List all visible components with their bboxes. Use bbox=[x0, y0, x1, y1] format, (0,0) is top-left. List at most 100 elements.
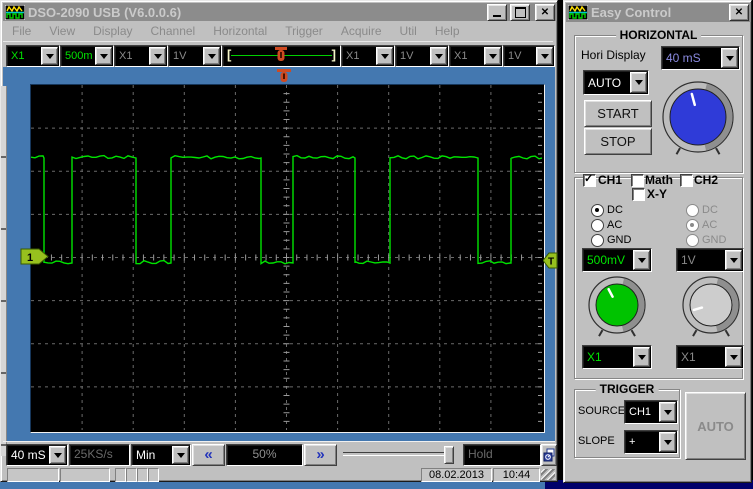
chevron-down-icon[interactable] bbox=[536, 47, 553, 65]
chevron-down-icon[interactable] bbox=[633, 347, 650, 367]
ch1-ac-radio[interactable] bbox=[591, 219, 604, 232]
ch2-checkbox-label: CH2 bbox=[694, 173, 718, 187]
ch2-probe-combo[interactable]: X1 bbox=[114, 45, 168, 67]
position-slider[interactable] bbox=[341, 444, 459, 464]
ch1-dc-radio[interactable] bbox=[591, 204, 604, 217]
chevron-down-icon[interactable] bbox=[721, 48, 738, 68]
ch1-dc-label: DC bbox=[607, 204, 623, 216]
timebase-combo[interactable]: 40 mS bbox=[6, 444, 68, 466]
math-checkbox[interactable] bbox=[631, 174, 644, 187]
extra-probe-combo-2[interactable]: X1 bbox=[449, 45, 503, 67]
ch2-volt-knob[interactable] bbox=[677, 272, 745, 344]
xy-checkbox[interactable] bbox=[632, 188, 645, 201]
main-window: DSO-2090 USB (V6.0.0.6) ✕ File View Disp… bbox=[0, 0, 558, 482]
minimize-button[interactable] bbox=[487, 4, 507, 21]
extra-voltdiv-combo-2[interactable]: 1V bbox=[503, 45, 555, 67]
menu-view[interactable]: View bbox=[40, 22, 84, 41]
channel1-marker-label: 1 bbox=[27, 252, 33, 264]
easy-control-titlebar[interactable]: Easy Control ✕ bbox=[566, 3, 751, 22]
resize-grip[interactable] bbox=[541, 469, 555, 480]
chevron-down-icon[interactable] bbox=[172, 446, 189, 464]
status-cell-small-3 bbox=[137, 468, 148, 482]
ec-timebase-combo[interactable]: 40 mS bbox=[661, 46, 740, 70]
ch1-probe-combo[interactable]: X1 bbox=[6, 45, 60, 67]
trigger-source-label: SOURCE bbox=[578, 405, 625, 417]
chevron-down-icon[interactable] bbox=[633, 250, 650, 270]
channel1-level-marker[interactable]: 1 bbox=[20, 248, 50, 265]
menu-horizontal[interactable]: Horizontal bbox=[204, 22, 276, 41]
ch2-checkbox[interactable] bbox=[680, 174, 693, 187]
start-button[interactable]: START bbox=[584, 100, 652, 127]
ch2-dc-radio[interactable] bbox=[686, 204, 699, 217]
extra-voltdiv-combo-1[interactable]: 1V bbox=[395, 45, 449, 67]
panel-toggle-button[interactable] bbox=[541, 444, 557, 466]
trigger-auto-button[interactable]: AUTO bbox=[685, 392, 746, 460]
double-chevron-left-icon: « bbox=[204, 447, 212, 463]
horizontal-knob[interactable] bbox=[657, 73, 739, 167]
menu-trigger[interactable]: Trigger bbox=[276, 22, 332, 41]
status-bar: 08.02.2013 10:44 bbox=[3, 466, 555, 480]
trigger-source-combo[interactable]: CH1 bbox=[624, 400, 678, 424]
chevron-down-icon[interactable] bbox=[430, 47, 447, 65]
main-window-title: DSO-2090 USB (V6.0.0.6) bbox=[28, 5, 484, 20]
scroll-right-button[interactable]: » bbox=[304, 444, 337, 466]
status-date: 08.02.2013 bbox=[421, 468, 492, 482]
trigger-slope-combo[interactable]: + bbox=[624, 430, 678, 454]
chevron-down-icon[interactable] bbox=[484, 47, 501, 65]
menu-help[interactable]: Help bbox=[426, 22, 469, 41]
chevron-down-icon[interactable] bbox=[376, 47, 393, 65]
chevron-down-icon[interactable] bbox=[203, 47, 220, 65]
menu-channel[interactable]: Channel bbox=[142, 22, 205, 41]
chevron-down-icon[interactable] bbox=[725, 250, 742, 270]
menu-file[interactable]: File bbox=[3, 22, 40, 41]
scope-display bbox=[31, 85, 542, 430]
menu-display[interactable]: Display bbox=[84, 22, 141, 41]
hpos-slider[interactable]: [ ] bbox=[222, 45, 341, 67]
chevron-down-icon[interactable] bbox=[41, 47, 58, 65]
ch1-probe-ec-combo[interactable]: X1 bbox=[582, 345, 652, 369]
xy-checkbox-label: X-Y bbox=[647, 187, 667, 201]
ch1-gnd-radio[interactable] bbox=[591, 234, 604, 247]
chevron-down-icon[interactable] bbox=[149, 47, 166, 65]
menu-util[interactable]: Util bbox=[391, 22, 426, 41]
scroll-left-button[interactable]: « bbox=[192, 444, 225, 466]
app-logo-icon bbox=[5, 5, 25, 20]
chevron-down-icon[interactable] bbox=[725, 347, 742, 367]
chevron-down-icon[interactable] bbox=[659, 402, 676, 422]
ch2-voltdiv-ec-combo[interactable]: 1V bbox=[676, 248, 744, 272]
close-icon[interactable]: ✕ bbox=[729, 4, 749, 21]
ch2-voltdiv-combo[interactable]: 1V bbox=[168, 45, 222, 67]
math-checkbox-label: Math bbox=[645, 173, 673, 187]
hori-display-mode-combo[interactable]: AUTO bbox=[583, 70, 649, 95]
trigger-level-marker[interactable]: T bbox=[543, 252, 558, 269]
trigger-slope-label: SLOPE bbox=[578, 435, 615, 447]
chevron-down-icon[interactable] bbox=[659, 432, 676, 452]
extra-probe-combo-1[interactable]: X1 bbox=[341, 45, 395, 67]
ch2-ac-radio[interactable] bbox=[686, 219, 699, 232]
ch1-voltdiv-combo[interactable]: 500m bbox=[60, 45, 114, 67]
ch1-gnd-label: GND bbox=[607, 234, 631, 246]
check-icon: ✓ bbox=[584, 172, 593, 185]
maximize-button[interactable] bbox=[510, 4, 530, 21]
close-icon[interactable]: ✕ bbox=[535, 4, 555, 21]
stop-button[interactable]: STOP bbox=[584, 128, 652, 155]
ch1-volt-knob[interactable] bbox=[583, 272, 651, 344]
scope-display-frame bbox=[30, 84, 545, 433]
interpolation-combo[interactable]: Min bbox=[131, 444, 191, 466]
ch2-probe-ec-combo[interactable]: X1 bbox=[676, 345, 744, 369]
ch1-checkbox[interactable]: ✓ bbox=[583, 174, 596, 187]
hpos-handle-icon[interactable] bbox=[274, 47, 288, 63]
menu-acquire[interactable]: Acquire bbox=[332, 22, 391, 41]
chevron-down-icon[interactable] bbox=[49, 446, 66, 464]
ch1-voltdiv-ec-combo[interactable]: 500mV bbox=[582, 248, 652, 272]
cascade-windows-icon bbox=[543, 448, 555, 462]
status-cell-small-1 bbox=[115, 468, 126, 482]
app-logo-icon bbox=[568, 5, 588, 20]
chevron-down-icon[interactable] bbox=[95, 47, 112, 65]
position-slider-thumb[interactable] bbox=[444, 446, 454, 464]
ch2-gnd-radio[interactable] bbox=[686, 234, 699, 247]
chevron-down-icon[interactable] bbox=[630, 72, 647, 93]
status-time: 10:44 bbox=[493, 468, 540, 482]
main-titlebar[interactable]: DSO-2090 USB (V6.0.0.6) ✕ bbox=[3, 3, 557, 21]
trigger-position-marker-icon[interactable] bbox=[277, 69, 291, 83]
